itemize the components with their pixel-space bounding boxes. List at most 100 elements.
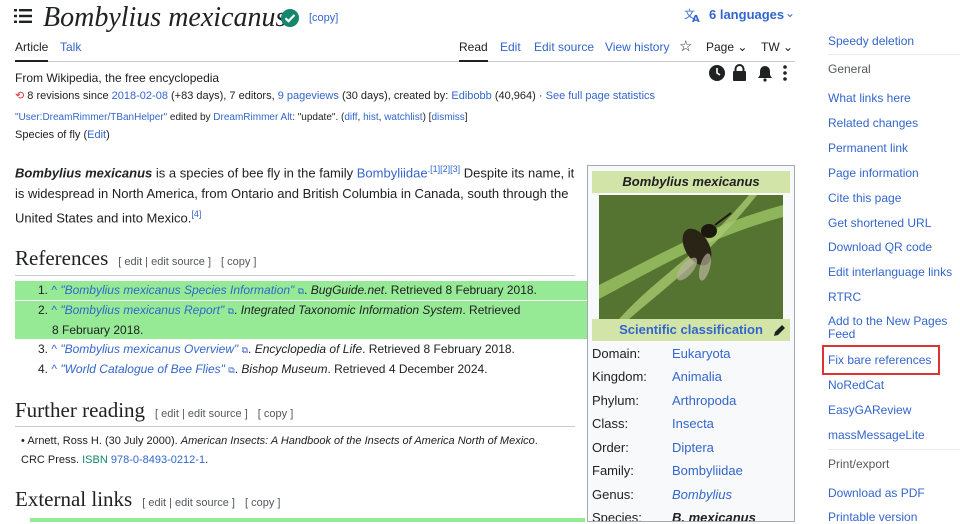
short-desc-end: ) (106, 129, 110, 141)
external-link-icon: ⧉ (297, 286, 305, 296)
infobox-value-link[interactable]: Eukaryota (672, 346, 731, 361)
hist-link[interactable]: hist (363, 112, 379, 123)
isbn-link[interactable]: 978-0-8493-0212-1 (111, 454, 205, 466)
short-desc-edit-link[interactable]: Edit (87, 129, 106, 141)
ref-retrieved: . Retrieved (462, 303, 521, 317)
tab-view-history[interactable]: View history (605, 40, 669, 54)
tab-edit-source[interactable]: Edit source (534, 40, 594, 54)
infobox-value-link[interactable]: Bombyliidae (672, 463, 743, 478)
references-copy-link[interactable]: [ copy ] (221, 256, 256, 268)
external-copy-link[interactable]: [ copy ] (245, 497, 280, 509)
tools-sidebar: Speedy deletion General What links here … (812, 0, 960, 524)
further-copy-link[interactable]: [ copy ] (258, 408, 293, 420)
sidebar-item-what-links-here[interactable]: What links here (828, 91, 911, 105)
close-bracket: ] (464, 112, 468, 123)
tagline: From Wikipedia, the free encyclopedia (15, 71, 220, 85)
lead-paragraph: Bombylius mexicanus is a species of bee … (15, 159, 575, 229)
ref-title-link[interactable]: "Bombylius mexicanus Species Information… (60, 283, 294, 297)
created-date-link[interactable]: 2018-02-08 (112, 90, 168, 102)
infobox-value-link[interactable]: Insecta (672, 416, 714, 431)
infobox-key: Domain: (592, 346, 641, 361)
diff-link[interactable]: diff (344, 112, 357, 123)
external-links-title: External links (15, 487, 133, 511)
ref-caret[interactable]: ^ (51, 362, 57, 376)
further-edit-links[interactable]: [ edit | edit source ] (155, 408, 248, 420)
add-new-pages-line-2: Feed (828, 327, 856, 341)
scientific-classification-label[interactable]: Scientific classification (619, 322, 763, 337)
edited-by-text: edited by (169, 112, 211, 123)
sidebar-item-cite-this-page[interactable]: Cite this page (828, 191, 901, 205)
summary-text: : "update". ( (292, 112, 345, 123)
creator-count: (40,964) (494, 90, 536, 102)
tab-read[interactable]: Read (459, 40, 488, 62)
lead-bold-title: Bombylius mexicanus (15, 165, 153, 181)
external-link-icon: ⧉ (241, 345, 249, 355)
sidebar-item-noredcat[interactable]: NoRedCat (828, 378, 884, 392)
more-options-icon (783, 65, 787, 81)
ref-caret[interactable]: ^ (51, 342, 57, 356)
reference-item-1: 1. ^ "Bombylius mexicanus Species Inform… (15, 281, 587, 300)
external-edit-links[interactable]: [ edit | edit source ] (142, 497, 235, 509)
sidebar-item-related-changes[interactable]: Related changes (828, 116, 918, 130)
citation-1-3[interactable]: .[1][2][3] (428, 164, 461, 174)
infobox-value-link[interactable]: Animalia (672, 369, 722, 384)
family-link[interactable]: Bombyliidae (357, 165, 428, 180)
ref-publisher: Encyclopedia of Life (254, 342, 363, 356)
ref-caret[interactable]: ^ (51, 283, 57, 297)
creator-link[interactable]: Edibobb (451, 90, 491, 102)
references-edit-links[interactable]: [ edit | edit source ] (118, 256, 211, 268)
sidebar-item-page-information[interactable]: Page information (828, 166, 919, 180)
ref-title-link[interactable]: "Bombylius mexicanus Overview" (60, 342, 238, 356)
editor-link[interactable]: DreamRimmer Alt (213, 112, 292, 123)
infobox-key: Order: (592, 440, 629, 455)
ref-caret[interactable]: ^ (51, 303, 57, 317)
full-stats-link[interactable]: See full page statistics (546, 90, 655, 102)
infobox-value-link[interactable]: Bombylius (672, 487, 732, 502)
ref-title-link[interactable]: "World Catalogue of Bee Flies" (60, 362, 225, 376)
languages-button[interactable]: 6 languages (709, 7, 784, 22)
sidebar-item-permanent-link[interactable]: Permanent link (828, 141, 908, 155)
sidebar-item-easygareview[interactable]: EasyGAReview (828, 403, 911, 417)
sidebar-item-add-to-new-pages-feed[interactable]: Add to the New Pages Feed (828, 315, 947, 341)
pageviews-link[interactable]: 9 pageviews (278, 90, 339, 102)
dismiss-link[interactable]: dismiss (431, 112, 464, 123)
infobox-value-link[interactable]: Diptera (672, 440, 714, 455)
watch-star-icon[interactable]: ☆ (679, 37, 692, 55)
further-end: . (205, 454, 209, 466)
divider (828, 54, 960, 55)
sidebar-item-download-qr[interactable]: Download QR code (828, 240, 932, 254)
revisions-text: 8 revisions since (27, 90, 109, 102)
further-author: Arnett, Ross H. (30 July 2000). (27, 435, 181, 447)
sidebar-item-massmessagelite[interactable]: massMessageLite (828, 428, 925, 442)
sidebar-item-fix-bare-references[interactable]: Fix bare references (828, 353, 931, 367)
ref-title-link[interactable]: "Bombylius mexicanus Report" (60, 303, 224, 317)
sidebar-item-rtrc[interactable]: RTRC (828, 290, 861, 304)
menu-icon[interactable] (14, 8, 32, 24)
further-reading-heading: Further reading [ edit | edit source ] [ c… (15, 398, 293, 423)
sidebar-item-shortened-url[interactable]: Get shortened URL (828, 216, 931, 230)
tab-talk[interactable]: Talk (60, 40, 81, 54)
page-menu[interactable]: Page ⌄ (706, 40, 747, 54)
divider (828, 449, 960, 450)
chevron-down-icon[interactable]: ⌄ (785, 6, 795, 20)
citation-4[interactable]: [4] (191, 209, 201, 219)
watchlist-link[interactable]: watchlist (384, 112, 422, 123)
tab-edit[interactable]: Edit (500, 40, 521, 54)
sidebar-item-download-pdf[interactable]: Download as PDF (828, 486, 925, 500)
infobox-value-link[interactable]: Arthropoda (672, 393, 736, 408)
ref-retrieved: . Retrieved 4 December 2024. (327, 362, 488, 376)
sidebar-item-speedy-deletion[interactable]: Speedy deletion (828, 34, 914, 48)
pencil-edit-icon[interactable] (772, 324, 786, 338)
isbn-label[interactable]: ISBN (82, 454, 108, 466)
tab-article[interactable]: Article (15, 40, 49, 62)
ref-number: 2. (38, 303, 49, 317)
translate-icon[interactable]: 文A (684, 7, 702, 23)
copy-title-link[interactable]: [copy] (309, 12, 338, 24)
references-heading: References [ edit | edit source ] [ copy ] (15, 246, 257, 271)
tw-menu[interactable]: TW ⌄ (761, 40, 793, 54)
user-page-link[interactable]: "User:DreamRimmer/TBanHelper" (15, 112, 167, 123)
page-stats: ⟲ 8 revisions since 2018-02-08 (+83 days… (15, 89, 655, 102)
sidebar-item-edit-interlanguage[interactable]: Edit interlanguage links (828, 265, 952, 279)
infobox-key: Kingdom: (592, 369, 647, 384)
ref-retrieved: . Retrieved 8 February 2018. (384, 283, 537, 297)
